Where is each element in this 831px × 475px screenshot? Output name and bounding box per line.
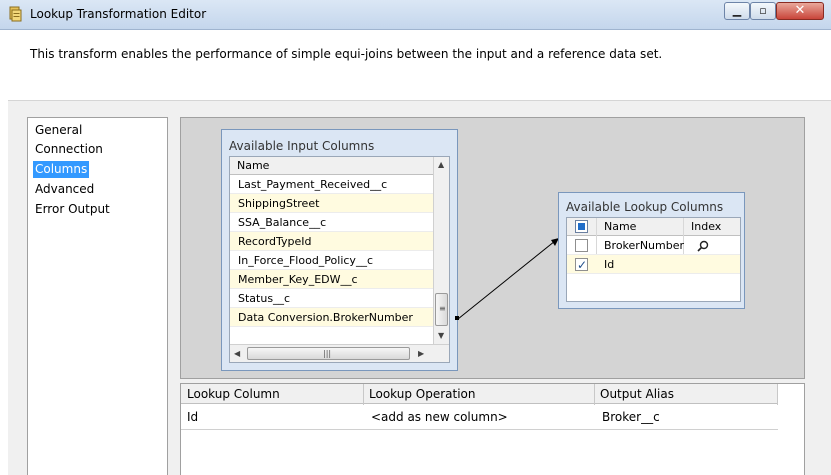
checkbox-fill-icon: [578, 223, 585, 230]
lookup-column-row[interactable]: ✓ Id: [567, 255, 740, 274]
select-all-checkbox[interactable]: [575, 220, 588, 233]
output-grid-header: Lookup Column Lookup Operation Output Al…: [181, 384, 778, 404]
lookup-columns-title: Available Lookup Columns: [566, 200, 724, 214]
brokernumber-checkbox[interactable]: [575, 239, 588, 252]
app-icon: [9, 6, 22, 22]
id-checkbox[interactable]: ✓: [575, 258, 588, 272]
minimize-icon: ▁: [732, 4, 742, 17]
lookup-columns-grid: Name Index BrokerNumber ✓ Id: [566, 217, 741, 302]
lookup-header-name: Name: [604, 220, 637, 233]
nav-item-columns[interactable]: Columns: [33, 161, 90, 178]
nav-item-error-output[interactable]: Error Output: [33, 201, 112, 218]
header-output-alias: Output Alias: [600, 387, 674, 401]
lookup-column-row[interactable]: BrokerNumber: [567, 236, 740, 255]
title-bar: Lookup Transformation Editor ▁ ▫ ✕: [0, 0, 831, 30]
nav-item-advanced[interactable]: Advanced: [33, 181, 96, 198]
lookup-columns-header: Name Index: [567, 218, 740, 236]
close-icon: ✕: [794, 3, 806, 18]
lookup-column-name: Id: [604, 258, 615, 271]
description-panel: This transform enables the performance o…: [8, 31, 831, 101]
page-navigation: General Connection Columns Advanced Erro…: [27, 117, 168, 475]
minimize-button[interactable]: ▁: [724, 2, 750, 20]
cell-output-alias[interactable]: Broker__c: [602, 410, 660, 424]
nav-item-general[interactable]: General: [33, 122, 84, 139]
column-mapping-area[interactable]: Available Input Columns Name Last_Paymen…: [180, 117, 805, 379]
lookup-output-grid[interactable]: Lookup Column Lookup Operation Output Al…: [180, 383, 805, 475]
available-lookup-columns-box[interactable]: Available Lookup Columns Name Index Brok…: [558, 192, 745, 309]
check-icon: ✓: [577, 258, 588, 272]
description-text: This transform enables the performance o…: [30, 47, 663, 61]
table-row[interactable]: Id <add as new column> Broker__c: [181, 405, 778, 430]
lookup-column-name: BrokerNumber: [604, 239, 685, 252]
search-icon: [697, 240, 709, 252]
lookup-header-index: Index: [691, 220, 722, 233]
maximize-button[interactable]: ▫: [750, 2, 776, 20]
header-lookup-column: Lookup Column: [187, 387, 280, 401]
window-title: Lookup Transformation Editor: [30, 7, 207, 21]
maximize-icon: ▫: [759, 4, 767, 17]
cell-lookup-operation[interactable]: <add as new column>: [371, 410, 508, 424]
close-button[interactable]: ✕: [776, 2, 824, 20]
header-lookup-operation: Lookup Operation: [369, 387, 476, 401]
cell-lookup-column[interactable]: Id: [187, 410, 198, 424]
nav-item-connection[interactable]: Connection: [33, 141, 105, 158]
